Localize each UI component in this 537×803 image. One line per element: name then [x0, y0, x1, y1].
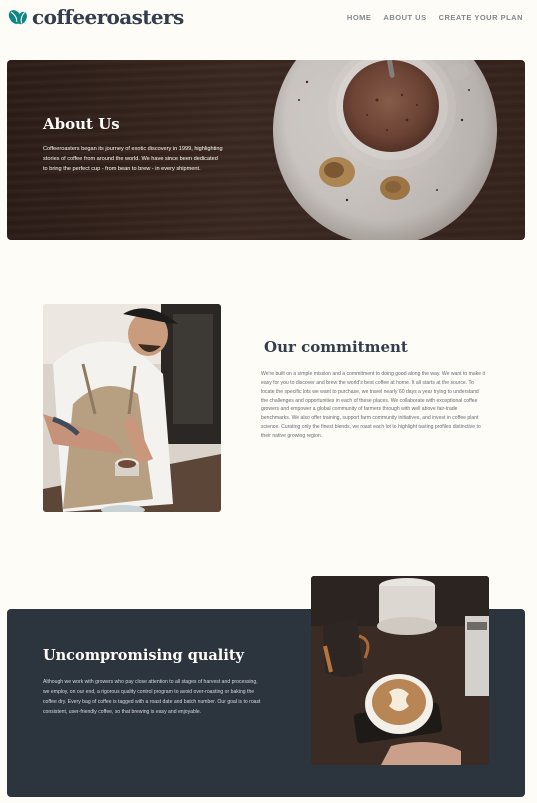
commitment-title: Our commitment — [264, 338, 408, 356]
nav-home[interactable]: HOME — [347, 13, 372, 22]
hero-title: About Us — [43, 115, 120, 133]
latte-photo — [311, 576, 489, 765]
commitment-description: We're built on a simple mission and a co… — [261, 371, 486, 439]
coffee-beans-icon — [8, 10, 27, 25]
site-header: coffeeroasters HOME ABOUT US CREATE YOUR… — [0, 0, 537, 36]
hero-description: Coffeeroasters began its journey of exot… — [43, 146, 223, 172]
barista-photo — [43, 304, 221, 512]
quality-title: Uncompromising quality — [43, 647, 244, 664]
nav-about-us[interactable]: ABOUT US — [383, 13, 426, 22]
barista-image — [43, 304, 221, 512]
logo[interactable]: coffeeroasters — [8, 6, 184, 28]
brand-name: coffeeroasters — [32, 5, 184, 29]
latte-art-image — [311, 576, 489, 765]
about-hero: About Us Coffeeroasters began its journe… — [7, 60, 525, 240]
nav-create-your-plan[interactable]: CREATE YOUR PLAN — [439, 13, 523, 22]
main-nav: HOME ABOUT US CREATE YOUR PLAN — [347, 13, 523, 22]
quality-description: Although we work with growers who pay cl… — [43, 679, 261, 715]
